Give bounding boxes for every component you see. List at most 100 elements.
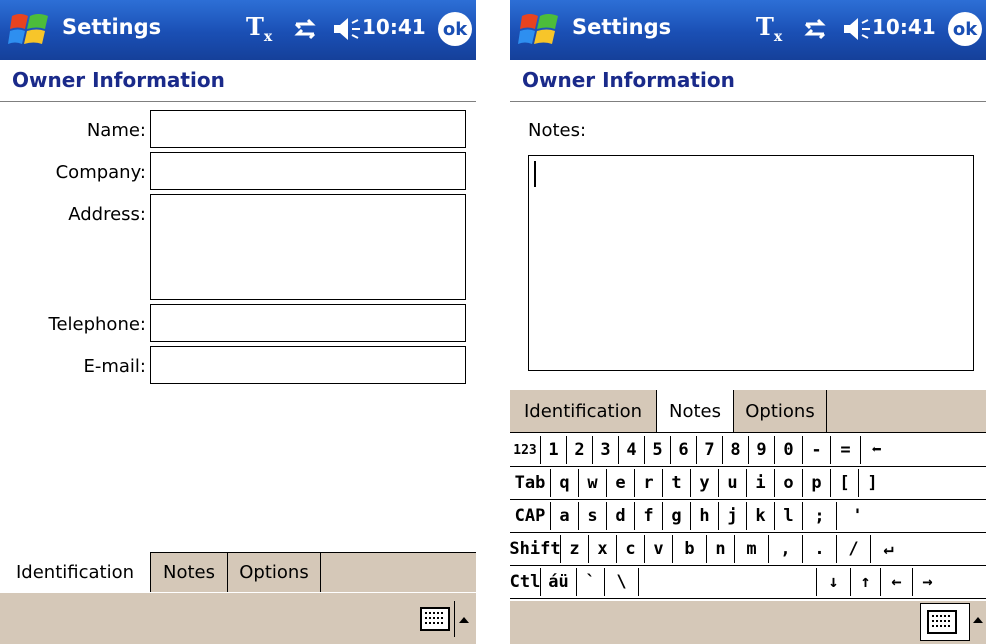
keyboard-key[interactable]: 1	[540, 436, 566, 464]
keyboard-key[interactable]: h	[690, 502, 718, 530]
speaker-icon[interactable]	[332, 14, 362, 44]
keyboard-key[interactable]: j	[718, 502, 746, 530]
ok-button[interactable]: ok	[948, 12, 982, 46]
keyboard-key[interactable]: e	[606, 469, 634, 497]
keyboard-key[interactable]: 8	[722, 436, 748, 464]
keyboard-key[interactable]: ↓	[816, 568, 850, 596]
keyboard-key[interactable]: /	[836, 535, 870, 563]
input-panel-toggle[interactable]	[920, 603, 970, 641]
keyboard-key[interactable]: .	[802, 535, 836, 563]
windows-flag-icon[interactable]	[518, 10, 562, 50]
tab-notes[interactable]: Notes	[657, 390, 734, 432]
keyboard-key[interactable]: Tab	[510, 469, 550, 497]
keyboard-key[interactable]: p	[802, 469, 830, 497]
keyboard-key[interactable]: 4	[618, 436, 644, 464]
keyboard-key[interactable]: a	[550, 502, 578, 530]
keyboard-key[interactable]: ↑	[850, 568, 880, 596]
keyboard-key[interactable]: l	[774, 502, 802, 530]
tab-options[interactable]: Options	[228, 552, 321, 592]
name-field[interactable]	[150, 110, 466, 148]
keyboard-key[interactable]: g	[662, 502, 690, 530]
tab-notes[interactable]: Notes	[151, 552, 228, 592]
keyboard-key[interactable]: s	[578, 502, 606, 530]
keyboard-key[interactable]: ←	[880, 568, 912, 596]
company-field[interactable]	[150, 152, 466, 190]
connectivity-icon[interactable]	[292, 14, 318, 44]
keyboard-key[interactable]: ;	[802, 502, 836, 530]
keyboard-key[interactable]: 2	[566, 436, 592, 464]
keyboard-key[interactable]: z	[560, 535, 588, 563]
keyboard-key[interactable]: o	[774, 469, 802, 497]
keyboard-key[interactable]: ,	[768, 535, 802, 563]
keyboard-key[interactable]: =	[830, 436, 860, 464]
keyboard-key[interactable]: f	[634, 502, 662, 530]
keyboard-key[interactable]: CAP	[510, 502, 550, 530]
keyboard-key[interactable]: n	[706, 535, 734, 563]
owner-info-notes-screen: Settings Tx 10:41 ok Owner Information N…	[510, 0, 986, 644]
keyboard-key[interactable]: x	[588, 535, 616, 563]
keyboard-key[interactable]: 5	[644, 436, 670, 464]
keyboard-key[interactable]: m	[734, 535, 768, 563]
keyboard-key[interactable]: Shift	[510, 535, 561, 563]
keyboard-key[interactable]: 7	[696, 436, 722, 464]
keyboard-key[interactable]: ]	[858, 469, 886, 497]
keyboard-key[interactable]: `	[576, 568, 604, 596]
app-title[interactable]: Settings	[62, 15, 161, 39]
tab-identification[interactable]: Identification	[0, 552, 151, 592]
keyboard-key[interactable]: y	[690, 469, 718, 497]
keyboard-key[interactable]: w	[578, 469, 606, 497]
tab-options[interactable]: Options	[734, 390, 827, 432]
connectivity-icon[interactable]	[802, 14, 828, 44]
keyboard-icon[interactable]	[420, 607, 450, 631]
tab-identification[interactable]: Identification	[510, 390, 657, 432]
keyboard-key[interactable]: c	[616, 535, 644, 563]
email-label: E-mail:	[83, 356, 147, 377]
clock[interactable]: 10:41	[362, 15, 426, 39]
keyboard-key[interactable]: [	[830, 469, 858, 497]
email-field[interactable]	[150, 346, 466, 384]
keyboard-icon[interactable]	[927, 610, 957, 634]
chevron-up-icon[interactable]	[458, 615, 470, 625]
chevron-up-icon[interactable]	[972, 615, 984, 625]
app-title[interactable]: Settings	[572, 15, 671, 39]
no-input-icon[interactable]: Tx	[246, 12, 272, 45]
keyboard-key[interactable]: 3	[592, 436, 618, 464]
keyboard-key[interactable]: áü	[540, 568, 576, 596]
keyboard-key[interactable]: ↵	[870, 535, 906, 563]
keyboard-key[interactable]: t	[662, 469, 690, 497]
ok-button[interactable]: ok	[438, 12, 472, 46]
address-field[interactable]	[150, 194, 466, 300]
keyboard-key[interactable]: i	[746, 469, 774, 497]
keyboard-key[interactable]: v	[644, 535, 672, 563]
keyboard-key[interactable]: →	[912, 568, 942, 596]
menu-bar	[510, 600, 986, 644]
keyboard-key[interactable]: \	[604, 568, 638, 596]
keyboard-key[interactable]: ⬅	[860, 436, 892, 464]
keyboard-key[interactable]: k	[746, 502, 774, 530]
telephone-field[interactable]	[150, 304, 466, 342]
keyboard-key[interactable]: Ctl	[510, 568, 540, 596]
keyboard-key[interactable]: 0	[774, 436, 802, 464]
heading-divider	[0, 101, 476, 102]
tx-sub: x	[263, 28, 273, 45]
tx-label: T	[246, 12, 264, 41]
keyboard-key[interactable]: u	[718, 469, 746, 497]
keyboard-key[interactable]: '	[836, 502, 878, 530]
keyboard-key[interactable]: r	[634, 469, 662, 497]
keyboard-key[interactable]: d	[606, 502, 634, 530]
keyboard-key[interactable]: b	[672, 535, 706, 563]
keyboard-key[interactable]: q	[550, 469, 578, 497]
notes-textarea[interactable]	[528, 155, 974, 371]
tab-strip: Identification Notes Options	[510, 390, 986, 432]
speaker-icon[interactable]	[842, 14, 872, 44]
keyboard-key[interactable]: 9	[748, 436, 774, 464]
keyboard-key[interactable]: 123	[510, 436, 540, 464]
keyboard-key[interactable]: 6	[670, 436, 696, 464]
no-input-icon[interactable]: Tx	[756, 12, 782, 45]
keyboard-row-divider	[510, 532, 986, 533]
input-divider	[454, 601, 455, 637]
key-space[interactable]	[638, 568, 816, 596]
windows-flag-icon[interactable]	[8, 10, 52, 50]
clock[interactable]: 10:41	[872, 15, 936, 39]
keyboard-key[interactable]: -	[802, 436, 830, 464]
